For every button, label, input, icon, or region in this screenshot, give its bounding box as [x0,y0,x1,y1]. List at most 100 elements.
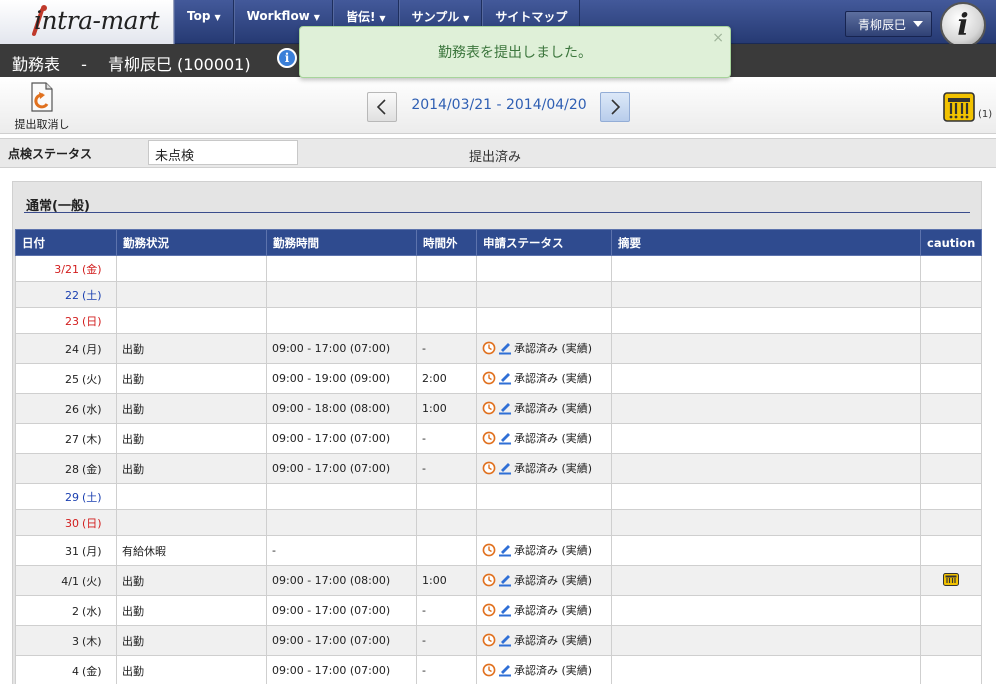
work-time-cell: 09:00 - 17:00 (07:00) [266,655,417,684]
clock-icon [482,603,496,616]
table-row[interactable]: 4/1 (火) 出勤 09:00 - 17:00 (08:00) 1:00 承認済み (実… [15,565,982,596]
table-row[interactable]: 25 (火) 出勤 09:00 - 19:00 (09:00) 2:00 承認済み (実績… [15,363,982,394]
table-row[interactable]: 30 (日) [15,509,982,536]
column-header-date[interactable]: 日付 [15,229,117,256]
request-status[interactable]: 承認済み (実績) [482,572,592,588]
date-cell[interactable]: 25 (火) [15,363,117,394]
request-status[interactable]: 承認済み (実績) [482,370,592,386]
avatar[interactable]: i [940,2,986,48]
note-cell [611,509,921,536]
success-notification: 勤務表を提出しました。 × [299,26,731,78]
approval-stamp-icon [499,372,511,384]
date-cell[interactable]: 26 (水) [15,393,117,424]
logo: intra-mart [34,6,160,35]
table-row[interactable]: 4 (金) 出勤 09:00 - 17:00 (07:00) - 承認済み (実績) [15,655,982,684]
close-icon[interactable]: × [712,30,724,46]
work-status-cell [116,483,267,510]
request-status-cell: 承認済み (実績) [476,595,612,626]
table-row[interactable]: 31 (月) 有給休暇 - 承認済み (実績) [15,535,982,566]
work-time-cell [266,509,417,536]
nav-item-label: 皆伝! [345,9,376,24]
work-time-cell: 09:00 - 17:00 (07:00) [266,453,417,484]
date-cell[interactable]: 31 (月) [15,535,117,566]
table-row[interactable]: 3 (木) 出勤 09:00 - 17:00 (07:00) - 承認済み (実績) [15,625,982,656]
date-cell[interactable]: 4 (金) [15,655,117,684]
info-icon[interactable]: i [277,48,297,68]
date-cell[interactable]: 28 (金) [15,453,117,484]
previous-period-button[interactable] [367,92,397,122]
cancel-submission-button[interactable]: 提出取消し [10,82,74,132]
date-day: 3 [72,634,79,648]
date-cell[interactable]: 3/21 (金) [15,255,117,282]
document-undo-icon [31,82,53,112]
clock-icon [482,543,496,556]
table-row[interactable]: 28 (金) 出勤 09:00 - 17:00 (07:00) - 承認済み (実績) [15,453,982,484]
caution-cell [920,255,982,282]
date-cell[interactable]: 30 (日) [15,509,117,536]
request-status-label: 承認済み (実績) [514,633,593,647]
clock-icon [482,573,496,586]
caution-cell[interactable] [920,565,982,596]
table-row[interactable]: 26 (水) 出勤 09:00 - 18:00 (08:00) 1:00 承認済み (実績… [15,393,982,424]
table-row[interactable]: 24 (月) 出勤 09:00 - 17:00 (07:00) - 承認済み (実績) [15,333,982,364]
date-cell[interactable]: 2 (水) [15,595,117,626]
request-status[interactable]: 承認済み (実績) [482,542,592,558]
caution-icon [943,92,975,122]
clock-icon [482,663,496,676]
table-row[interactable]: 22 (土) [15,281,982,308]
nav-item-top[interactable]: Top ▼ [174,0,234,44]
request-status[interactable]: 承認済み (実績) [482,400,592,416]
date-cell[interactable]: 23 (日) [15,307,117,334]
column-header-request-status[interactable]: 申請ステータス [476,229,612,256]
table-row[interactable]: 29 (土) [15,483,982,510]
request-status[interactable]: 承認済み (実績) [482,632,592,648]
caution-cell [920,509,982,536]
date-cell[interactable]: 22 (土) [15,281,117,308]
request-status[interactable]: 承認済み (実績) [482,430,592,446]
next-period-button[interactable] [600,92,630,122]
clock-icon [482,401,496,414]
inspection-status-label: 点検ステータス [8,147,93,161]
table-row[interactable]: 3/21 (金) [15,255,982,282]
table-row[interactable]: 2 (水) 出勤 09:00 - 17:00 (07:00) - 承認済み (実績) [15,595,982,626]
request-status-cell [476,483,612,510]
date-cell[interactable]: 24 (月) [15,333,117,364]
caution-button[interactable] [943,92,975,122]
table-row[interactable]: 27 (木) 出勤 09:00 - 17:00 (07:00) - 承認済み (実績) [15,423,982,454]
date-cell[interactable]: 29 (土) [15,483,117,510]
column-header-note[interactable]: 摘要 [611,229,921,256]
request-status[interactable]: 承認済み (実績) [482,602,592,618]
approval-stamp-icon [499,342,511,354]
date-weekday: (土) [82,288,102,302]
page-title: 勤務表 - 青柳辰巳 (100001) [12,55,251,74]
date-weekday: (水) [82,402,102,416]
work-status-cell: 出勤 [116,655,267,684]
logo-area[interactable]: intra-mart [0,0,174,44]
approval-stamp-icon [499,634,511,646]
request-status-cell [476,307,612,334]
date-cell[interactable]: 4/1 (火) [15,565,117,596]
overtime-cell: - [416,655,477,684]
overtime-cell: - [416,333,477,364]
date-cell[interactable]: 3 (木) [15,625,117,656]
overtime-cell: 2:00 [416,363,477,394]
column-header-work-status[interactable]: 勤務状況 [116,229,267,256]
caution-cell [920,281,982,308]
overtime-cell [416,281,477,308]
work-time-cell: 09:00 - 17:00 (08:00) [266,565,417,596]
request-status[interactable]: 承認済み (実績) [482,662,592,678]
date-cell[interactable]: 27 (木) [15,423,117,454]
table-row[interactable]: 23 (日) [15,307,982,334]
request-status[interactable]: 承認済み (実績) [482,340,592,356]
work-time-cell [266,255,417,282]
request-status[interactable]: 承認済み (実績) [482,460,592,476]
column-header-overtime[interactable]: 時間外 [416,229,477,256]
user-menu-dropdown[interactable]: 青柳辰巳 [845,11,932,37]
note-cell [611,535,921,566]
column-header-caution[interactable]: caution [920,229,982,256]
work-time-cell [266,307,417,334]
note-cell [611,307,921,334]
column-header-work-time[interactable]: 勤務時間 [266,229,417,256]
work-time-cell: 09:00 - 17:00 (07:00) [266,423,417,454]
caution-count: (1) [978,109,993,120]
